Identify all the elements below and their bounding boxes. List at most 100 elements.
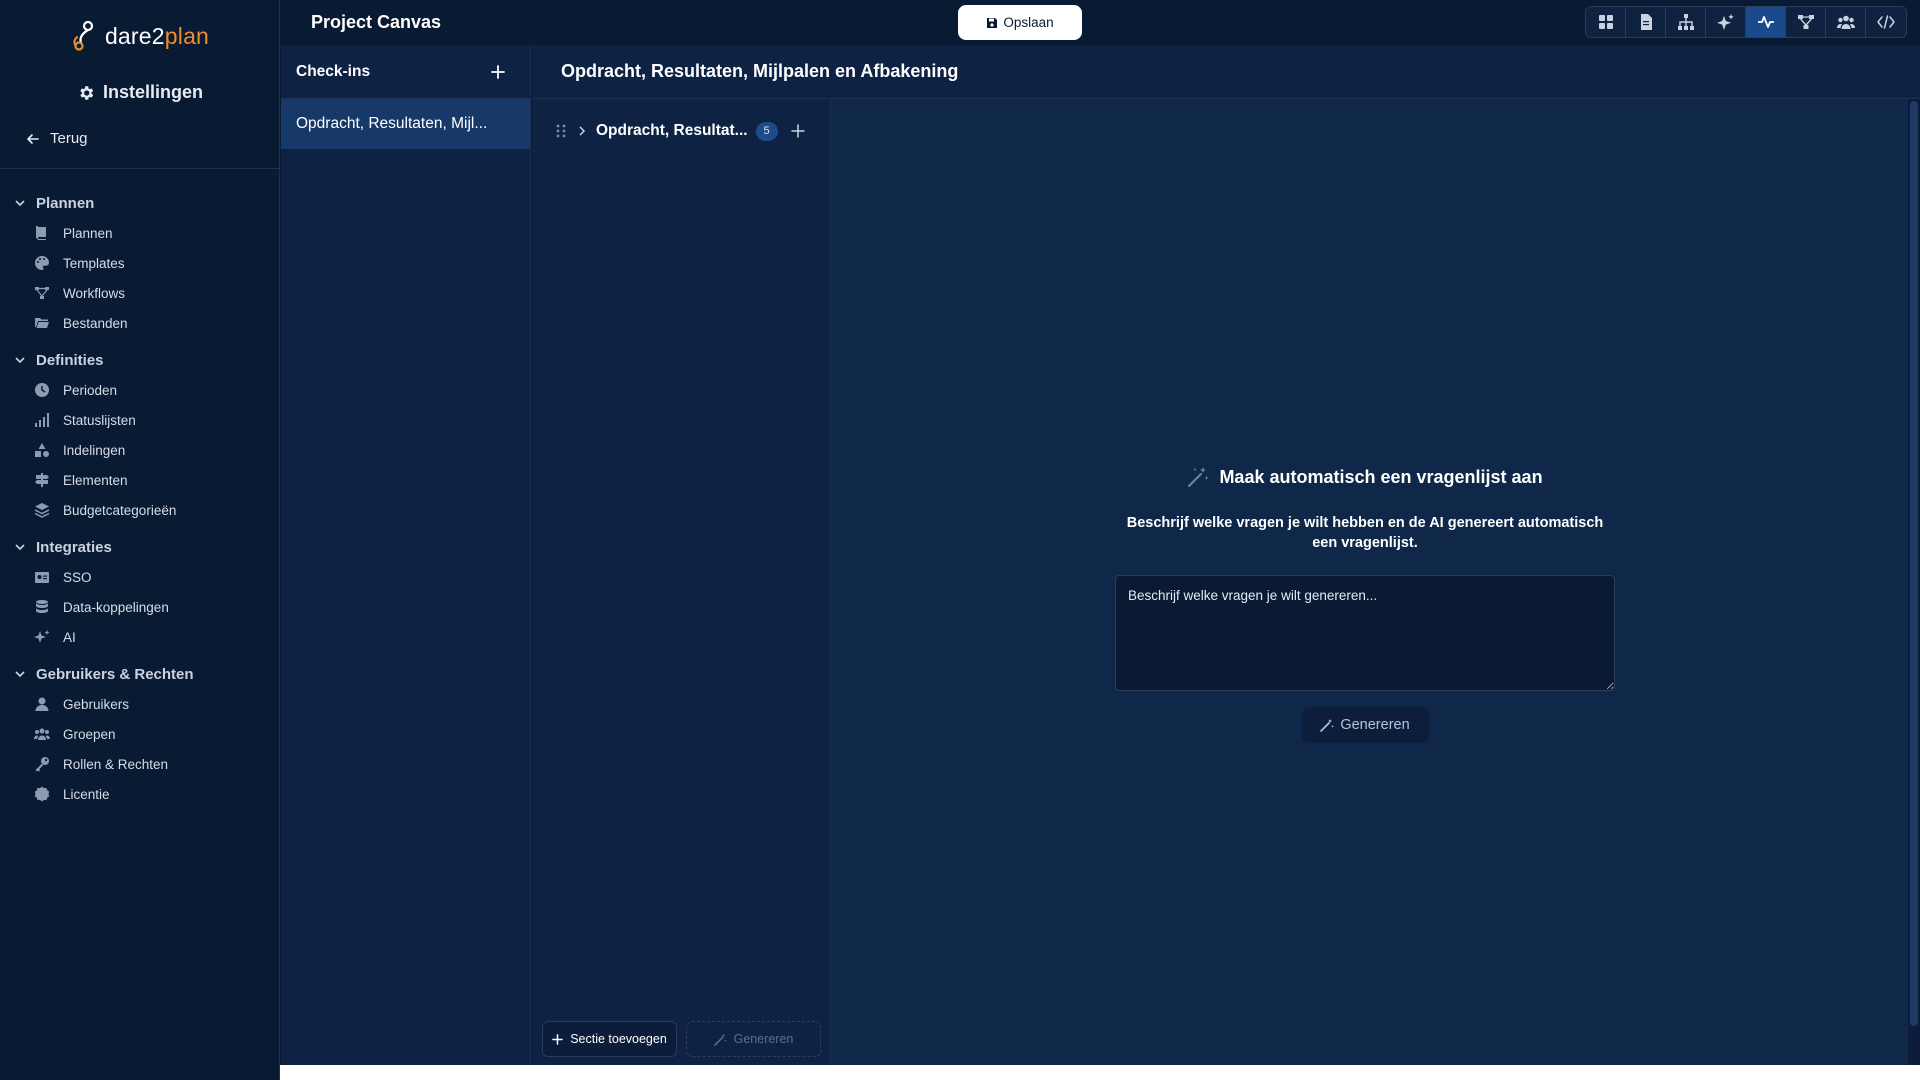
add-section-button[interactable]: Sectie toevoegen	[542, 1021, 677, 1057]
hierarchy-icon	[1677, 14, 1694, 30]
database-icon	[36, 600, 48, 613]
sidebar-item-perioden[interactable]: Perioden	[0, 375, 280, 405]
sidebar-item-sso[interactable]: SSO	[0, 562, 280, 592]
generate-sections-label: Genereren	[733, 1032, 794, 1046]
palette-icon	[35, 256, 49, 270]
sidebar-item-label: Workflows	[63, 285, 126, 301]
gear-icon	[80, 85, 94, 100]
signpost-icon	[35, 473, 49, 487]
sparkles-icon	[34, 630, 50, 643]
layers-icon	[34, 503, 50, 518]
sidebar-item-statuslijsten[interactable]: Statuslijsten	[0, 405, 280, 435]
sidebar-item-label: Gebruikers	[63, 696, 130, 712]
chevron-right-icon[interactable]	[576, 125, 588, 137]
drag-handle-icon[interactable]	[554, 123, 568, 139]
nav-group-header-plannen[interactable]: Plannen	[0, 188, 280, 218]
checkins-title: Check-ins	[296, 62, 371, 80]
nav-group-header-definities[interactable]: Definities	[0, 345, 280, 375]
sidebar-item-label: Statuslijsten	[63, 412, 136, 428]
nav-group-header-gebruikers-rechten[interactable]: Gebruikers & Rechten	[0, 659, 280, 689]
sidebar-divider	[0, 168, 280, 169]
nav-group-label: Definities	[36, 351, 104, 369]
pulse-view-button[interactable]	[1746, 7, 1786, 37]
hierarchy-view-button[interactable]	[1666, 7, 1706, 37]
sidebar-item-label: Rollen & Rechten	[63, 756, 169, 772]
floppy-disk-icon	[987, 17, 998, 28]
users-view-button[interactable]	[1826, 7, 1866, 37]
sidebar-item-bestanden[interactable]: Bestanden	[0, 308, 280, 338]
sidebar-item-budgetcategorieen[interactable]: Budgetcategorieën	[0, 495, 280, 525]
checkin-list-item[interactable]: Opdracht, Resultaten, Mijl...	[281, 99, 530, 149]
magic-wand-icon	[1188, 467, 1209, 488]
shapes-icon	[35, 443, 49, 457]
nav-group-label: Integraties	[36, 538, 112, 556]
sidebar-item-label: Data-koppelingen	[63, 599, 169, 615]
sections-panel: Opdracht, Resultat... 5 Sectie toevoegen…	[532, 99, 831, 1065]
sidebar-item-gebruikers[interactable]: Gebruikers	[0, 689, 280, 719]
book-icon	[36, 226, 46, 240]
add-checkin-plus-icon[interactable]	[490, 64, 506, 80]
workflow-icon	[35, 287, 49, 299]
sidebar-item-label: Templates	[63, 255, 125, 271]
chevron-down-icon	[15, 357, 25, 364]
signal-icon	[35, 413, 49, 427]
folder-icon	[35, 318, 49, 328]
user-icon	[35, 697, 49, 711]
arrow-left-icon	[27, 133, 39, 144]
sidebar-item-licentie[interactable]: Licentie	[0, 779, 280, 809]
key-icon	[35, 757, 49, 772]
checkins-header: Check-ins	[281, 45, 530, 99]
generate-sections-button[interactable]: Genereren	[686, 1021, 821, 1057]
sidebar-item-indelingen[interactable]: Indelingen	[0, 435, 280, 465]
nav-group-integraties: Integraties SSO Data-koppelingen AI	[0, 532, 280, 652]
logo-text: dare2plan	[104, 22, 210, 49]
ai-generate-label: Genereren	[1340, 717, 1410, 733]
nav-group-label: Plannen	[36, 194, 95, 212]
document-view-button[interactable]	[1626, 7, 1666, 37]
back-link[interactable]: Terug	[26, 130, 88, 147]
nav-group-header-integraties[interactable]: Integraties	[0, 532, 280, 562]
nav-group-gebruikers-rechten: Gebruikers & Rechten Gebruikers Groepen …	[0, 659, 280, 809]
ai-generator-description: Beschrijf welke vragen je wilt hebben en…	[1126, 515, 1604, 551]
logo[interactable]: dare2plan	[0, 16, 280, 56]
sidebar-item-label: Groepen	[63, 726, 116, 742]
add-question-plus-icon[interactable]	[790, 123, 806, 139]
ai-prompt-input[interactable]	[1115, 575, 1615, 691]
view-toolbar	[1585, 6, 1907, 38]
top-bar: Project Canvas Opslaan	[280, 0, 1920, 45]
sidebar-item-workflows[interactable]: Workflows	[0, 278, 280, 308]
sparkles-icon	[1716, 14, 1734, 30]
main-header: Opdracht, Resultaten, Mijlpalen en Afbak…	[532, 45, 1920, 99]
content-area: Maak automatisch een vragenlijst aan Bes…	[831, 99, 1908, 1065]
content-scrollbar[interactable]	[1908, 99, 1920, 1065]
checkin-title: Opdracht, Resultaten, Mijlpalen en Afbak…	[561, 61, 959, 81]
sidebar-item-templates[interactable]: Templates	[0, 248, 280, 278]
id-card-icon	[35, 572, 49, 583]
sidebar-item-label: Indelingen	[63, 442, 126, 458]
ai-generator-title-label: Maak automatisch een vragenlijst aan	[1219, 466, 1543, 487]
sidebar-item-elementen[interactable]: Elementen	[0, 465, 280, 495]
sidebar-item-rollen-rechten[interactable]: Rollen & Rechten	[0, 749, 280, 779]
sidebar-item-plannen[interactable]: Plannen	[0, 218, 280, 248]
ai-view-button[interactable]	[1706, 7, 1746, 37]
save-button[interactable]: Opslaan	[958, 5, 1082, 40]
logo-mark-icon	[73, 20, 94, 51]
sidebar-item-ai[interactable]: AI	[0, 622, 280, 652]
scrollbar-thumb[interactable]	[1910, 101, 1918, 1026]
workflow-view-button[interactable]	[1786, 7, 1826, 37]
grid-view-button[interactable]	[1586, 7, 1626, 37]
section-row[interactable]: Opdracht, Resultat... 5	[554, 119, 814, 143]
save-button-label: Opslaan	[1003, 15, 1054, 30]
sidebar-item-label: Plannen	[63, 225, 113, 241]
badge-icon	[34, 786, 50, 802]
code-view-button[interactable]	[1866, 7, 1906, 37]
sidebar-item-groepen[interactable]: Groepen	[0, 719, 280, 749]
settings-title: Instellingen	[0, 82, 280, 103]
sidebar-item-label: Perioden	[63, 382, 118, 398]
sidebar-item-data-koppelingen[interactable]: Data-koppelingen	[0, 592, 280, 622]
section-count-badge: 5	[755, 121, 778, 141]
back-link-label: Terug	[50, 130, 88, 147]
ai-generate-button[interactable]: Genereren	[1301, 707, 1429, 743]
add-section-label: Sectie toevoegen	[570, 1032, 667, 1046]
bottom-strip	[280, 1065, 1920, 1080]
